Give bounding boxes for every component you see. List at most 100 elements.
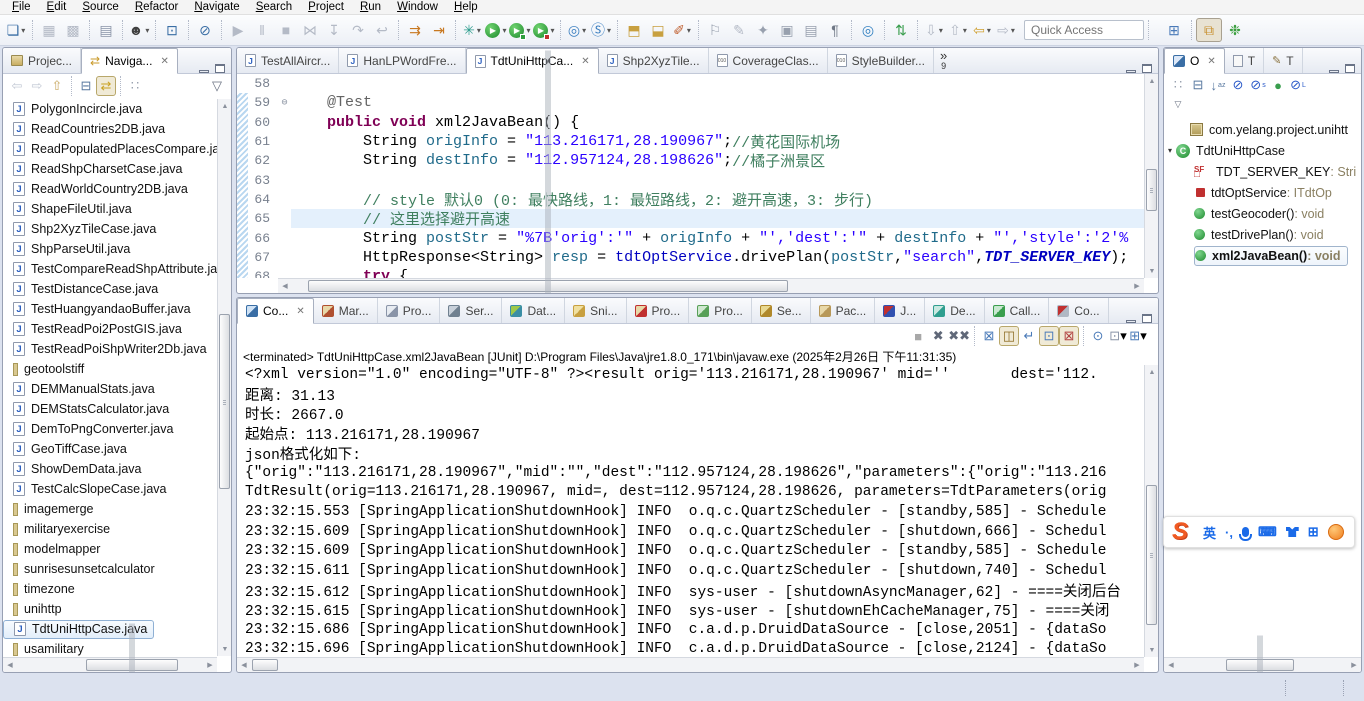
console-area-tab-coverage[interactable]: Co... [1049,298,1109,323]
run-external-tools-icon[interactable]: ⇥ [428,18,450,42]
scroll-up-icon[interactable]: ▲ [218,99,231,113]
outline-item-tdtoptservice[interactable]: tdtOptService : ITdtOp [1164,182,1361,203]
format-paint-icon[interactable]: ✐ ▾ [671,18,693,42]
file-item-demstatscalculator-java[interactable]: J DEMStatsCalculator.java [3,399,217,419]
announce-icon[interactable]: ⚐ [704,18,726,42]
scroll-right-icon[interactable]: ▶ [1130,279,1144,293]
file-item-demtopngconverter-java[interactable]: J DemToPngConverter.java [3,419,217,439]
code-line-61[interactable]: 61 String origInfo = "113.216171,28.1909… [237,132,1144,151]
console-area-tab-progress[interactable]: Pro... [689,298,752,323]
console-output[interactable]: <?xml version="1.0" encoding="UTF-8" ?><… [237,365,1144,657]
terminate-icon[interactable]: ■ [275,18,297,42]
dropdown-arrow-icon[interactable]: ▾ [607,26,611,35]
console-area-tab-console[interactable]: Co... ✕ [237,298,314,324]
forward-icon[interactable]: ⇨ [27,76,47,96]
maximize-view-icon[interactable] [1142,314,1152,323]
perspective-debug-button[interactable]: ❉ [1222,18,1248,42]
user-profile-icon[interactable]: ☻ ▾ [128,18,150,42]
menu-item-window[interactable]: Window [389,0,446,15]
file-tree[interactable]: J PolygonIncircle.java J ReadCountries2DB.j… [3,99,217,656]
file-item-unihttp[interactable]: unihttp [3,599,217,619]
skin-icon[interactable] [1285,527,1299,537]
export-archive-icon[interactable]: ⬓ [647,18,669,42]
wand-icon[interactable]: ✦ [752,18,774,42]
file-item-readshpcharsetcase-java[interactable]: J ReadShpCharsetCase.java [3,159,217,179]
up-icon[interactable]: ⇧ [47,76,67,96]
scroll-right-icon[interactable]: ▶ [1130,658,1144,672]
back-history-icon[interactable]: ⇦ ▾ [971,18,993,42]
dropdown-arrow-icon[interactable]: ▾ [526,26,530,35]
punctuation-toggle[interactable]: ·, [1225,525,1233,540]
dropdown-arrow-icon[interactable]: ▾ [502,26,506,35]
debug-icon[interactable]: ✳ ▾ [461,18,483,42]
profile-icon[interactable]: ▶ ▾ [533,18,555,42]
working-sets-icon[interactable]: ∷ [125,76,145,96]
file-item-geotoolstiff[interactable]: geotoolstiff [3,359,217,379]
code-line-66[interactable]: 66 String postStr = "%7B'orig':'" + orig… [237,228,1144,247]
file-item-testcomparereadshpattribute-jav[interactable]: J TestCompareReadShpAttribute.jav [3,259,217,279]
go-into-icon[interactable]: ⇧ ▾ [947,18,969,42]
scroll-right-icon[interactable]: ▶ [203,658,217,672]
file-item-readcountries2db-java[interactable]: J ReadCountries2DB.java [3,119,217,139]
close-icon[interactable]: ✕ [581,56,589,67]
show-on-stderr-icon[interactable]: ⊠ [1059,326,1079,346]
sogou-mascot-icon[interactable] [1327,524,1344,540]
outline-item-testgeocoder[interactable]: testGeocoder() : void [1164,203,1361,224]
console-area-tab-junit[interactable]: J... [875,298,926,323]
code-line-59[interactable]: 59 ⊖ @Test [237,93,1144,112]
outline-item-testdriveplan[interactable]: testDrivePlan() : void [1164,224,1361,245]
file-item-shpparseutil-java[interactable]: J ShpParseUtil.java [3,239,217,259]
hide-static-members-icon[interactable]: ⊘ s [1248,75,1268,95]
editor-hscrollbar[interactable]: ◀ ▶ [278,50,1144,293]
menu-item-refactor[interactable]: Refactor [127,0,186,15]
suspend-icon[interactable]: ‖ [251,18,273,42]
file-item-geotiffcase-java[interactable]: J GeoTiffCase.java [3,439,217,459]
collapse-all-icon[interactable]: ⊟ [76,76,96,96]
dropdown-arrow-icon[interactable]: ▾ [582,26,586,35]
scroll-down-icon[interactable]: ▼ [1145,264,1158,278]
code-line-64[interactable]: 64 // style 默认0 (0: 最快路线，1: 最短路线，2: 避开高速… [237,190,1144,209]
scroll-thumb[interactable] [86,623,178,672]
run-icon[interactable]: ▶ ▾ [485,18,507,42]
file-item-testreadpoi2postgis-java[interactable]: J TestReadPoi2PostGIS.java [3,319,217,339]
save-icon[interactable]: ▦ [38,18,60,42]
disconnect-icon[interactable]: ⋈ [299,18,321,42]
console-vscrollbar[interactable]: ▲ ▼ [1144,365,1158,657]
file-item-tdtunihttpcase-java[interactable]: J TdtUniHttpCase.java [3,619,217,639]
word-wrap-icon[interactable]: ↵ [1019,326,1039,346]
dropdown-arrow-icon[interactable]: ▾ [145,26,149,35]
outline-tree[interactable]: com.yelang.project.unihtt ▾ C TdtUniHttpCas… [1164,119,1361,656]
minimize-view-icon[interactable] [1126,320,1136,323]
dropdown-arrow-icon[interactable]: ▾ [477,26,481,35]
collapse-all-icon[interactable]: ⊟ [1188,75,1208,95]
outline-item-com-yelang-project-unihtt[interactable]: com.yelang.project.unihtt [1164,119,1361,140]
step-over-icon[interactable]: ↷ [347,18,369,42]
console-area-tab-properties[interactable]: Pro... [378,298,441,323]
file-item-timezone[interactable]: timezone [3,579,217,599]
synchronize-icon[interactable]: ⇅ [890,18,912,42]
remote-console-icon[interactable]: ⊡ [161,18,183,42]
view-tab-project-explorer[interactable]: Projec... [3,48,82,73]
console-area-tab-package-explorer[interactable]: Pac... [811,298,876,323]
minimize-view-icon[interactable] [199,70,209,73]
step-into-icon[interactable]: ↧ [323,18,345,42]
menu-item-help[interactable]: Help [446,0,486,15]
dropdown-arrow-icon[interactable]: ▾ [1140,328,1147,344]
scroll-down-icon[interactable]: ▼ [1145,643,1158,657]
editor-vscrollbar[interactable]: ▲ ▼ [1144,74,1158,278]
hide-fields-icon[interactable]: ⊘ [1228,75,1248,95]
scroll-thumb[interactable] [1226,635,1294,672]
view-tab-task-list[interactable]: T [1225,48,1265,73]
outline-item-tdt-server-key[interactable]: SF TDT_SERVER_KEY : Stri [1164,161,1361,182]
minimize-view-icon[interactable] [1126,70,1136,73]
dropdown-arrow-icon[interactable]: ▾ [687,26,691,35]
file-item-testhuangyandaobuffer-java[interactable]: J TestHuangyandaoBuffer.java [3,299,217,319]
file-item-readpopulatedplacescompare-jav[interactable]: J ReadPopulatedPlacesCompare.jav [3,139,217,159]
code-line-67[interactable]: 67 HttpResponse<String> resp = tdtOptSer… [237,248,1144,267]
editor-tab-overflow[interactable]: » 9 [934,49,953,71]
step-return-icon[interactable]: ↩ [371,18,393,42]
view-menu-icon[interactable]: ▽ [207,76,227,96]
toggle-occurrences-icon[interactable]: ⊘ [194,18,216,42]
console-hscrollbar[interactable]: ◀ ▶ [237,657,1144,672]
file-item-demmanualstats-java[interactable]: J DEMManualStats.java [3,379,217,399]
